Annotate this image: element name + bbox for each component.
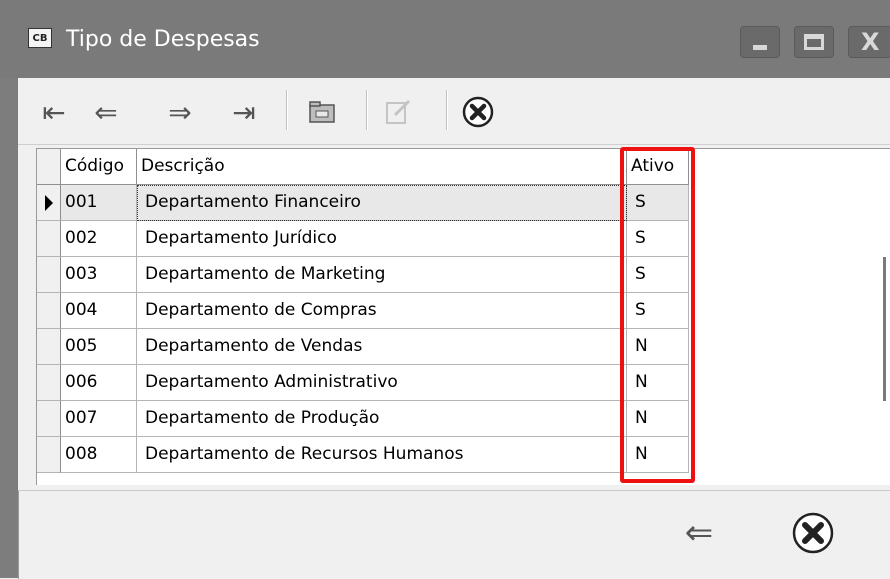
cell-codigo[interactable]: 005: [61, 329, 137, 365]
previous-record-button[interactable]: ⇐: [88, 90, 124, 134]
toolbar-separator: [286, 90, 288, 130]
current-row-arrow-icon: [45, 195, 53, 211]
close-window-button[interactable]: X: [848, 26, 890, 58]
maximize-button[interactable]: [794, 26, 834, 58]
row-indicator[interactable]: [37, 437, 61, 473]
edit-button[interactable]: [378, 90, 418, 134]
cell-codigo[interactable]: 002: [61, 221, 137, 257]
footer-divider: [18, 491, 19, 579]
close-circle-icon: [792, 512, 834, 554]
column-header-codigo[interactable]: Código: [61, 149, 137, 185]
table-row[interactable]: 005 Departamento de Vendas N: [37, 329, 707, 365]
cell-descricao[interactable]: Departamento de Compras: [137, 293, 627, 329]
minimize-button[interactable]: [740, 26, 780, 58]
cell-descricao[interactable]: Departamento de Marketing: [137, 257, 627, 293]
column-header-descricao[interactable]: Descrição: [137, 149, 627, 185]
row-indicator[interactable]: [37, 365, 61, 401]
row-indicator[interactable]: [37, 329, 61, 365]
table-row[interactable]: 003 Departamento de Marketing S: [37, 257, 707, 293]
cell-descricao[interactable]: Departamento de Produção: [137, 401, 627, 437]
previous-record-icon: ⇐: [94, 95, 118, 129]
row-indicator-header: [37, 149, 61, 185]
cancel-button[interactable]: [456, 90, 500, 134]
open-button[interactable]: [302, 90, 342, 134]
data-grid[interactable]: Código Descrição Ativo 001 Departamento …: [36, 148, 890, 485]
cancel-icon: [462, 96, 494, 128]
toolbar-separator: [366, 90, 368, 130]
window: CB Tipo de Despesas X ⇤ ⇐ ⇒ ⇥ Código Des…: [0, 0, 890, 579]
window-title: Tipo de Despesas: [66, 27, 260, 52]
close-icon: X: [861, 28, 880, 56]
minimize-icon: [753, 45, 767, 50]
first-record-button[interactable]: ⇤: [36, 90, 72, 134]
cell-codigo[interactable]: 003: [61, 257, 137, 293]
table-row[interactable]: 008 Departamento de Recursos Humanos N: [37, 437, 707, 473]
cell-codigo[interactable]: 008: [61, 437, 137, 473]
table-row[interactable]: 001 Departamento Financeiro S: [37, 185, 707, 221]
cell-codigo[interactable]: 007: [61, 401, 137, 437]
cell-codigo[interactable]: 001: [61, 185, 137, 221]
cell-descricao[interactable]: Departamento de Recursos Humanos: [137, 437, 627, 473]
next-record-icon: ⇒: [168, 95, 192, 129]
folder-icon: [309, 101, 335, 123]
cell-descricao[interactable]: Departamento de Vendas: [137, 329, 627, 365]
table-row[interactable]: 002 Departamento Jurídico S: [37, 221, 707, 257]
last-record-button[interactable]: ⇥: [226, 90, 262, 134]
table-row[interactable]: 004 Departamento de Compras S: [37, 293, 707, 329]
row-indicator[interactable]: [37, 185, 61, 221]
cell-descricao[interactable]: Departamento Financeiro: [137, 185, 627, 221]
title-bar: CB Tipo de Despesas X: [0, 0, 890, 78]
row-indicator[interactable]: [37, 221, 61, 257]
maximize-icon: [804, 34, 824, 50]
vertical-scrollbar[interactable]: [883, 257, 886, 401]
cell-descricao[interactable]: Departamento Jurídico: [137, 221, 627, 257]
footer-bar: ⇐: [18, 490, 890, 579]
toolbar-separator: [446, 90, 448, 130]
last-record-icon: ⇥: [232, 95, 256, 129]
cell-codigo[interactable]: 004: [61, 293, 137, 329]
client-area: ⇤ ⇐ ⇒ ⇥ Código Descrição Ativo 001 Depar…: [18, 78, 890, 579]
toolbar: ⇤ ⇐ ⇒ ⇥: [18, 78, 890, 145]
ativo-column-highlight: [620, 147, 695, 483]
cell-codigo[interactable]: 006: [61, 365, 137, 401]
edit-icon: [386, 99, 411, 124]
back-arrow-icon: ⇐: [684, 513, 714, 553]
table-row[interactable]: 006 Departamento Administrativo N: [37, 365, 707, 401]
next-record-button[interactable]: ⇒: [162, 90, 198, 134]
app-icon: CB: [28, 28, 52, 48]
row-indicator[interactable]: [37, 401, 61, 437]
row-indicator[interactable]: [37, 293, 61, 329]
back-button[interactable]: ⇐: [674, 511, 724, 555]
cell-descricao[interactable]: Departamento Administrativo: [137, 365, 627, 401]
row-indicator[interactable]: [37, 257, 61, 293]
close-button[interactable]: [788, 511, 838, 555]
first-record-icon: ⇤: [42, 95, 66, 129]
table-row[interactable]: 007 Departamento de Produção N: [37, 401, 707, 437]
